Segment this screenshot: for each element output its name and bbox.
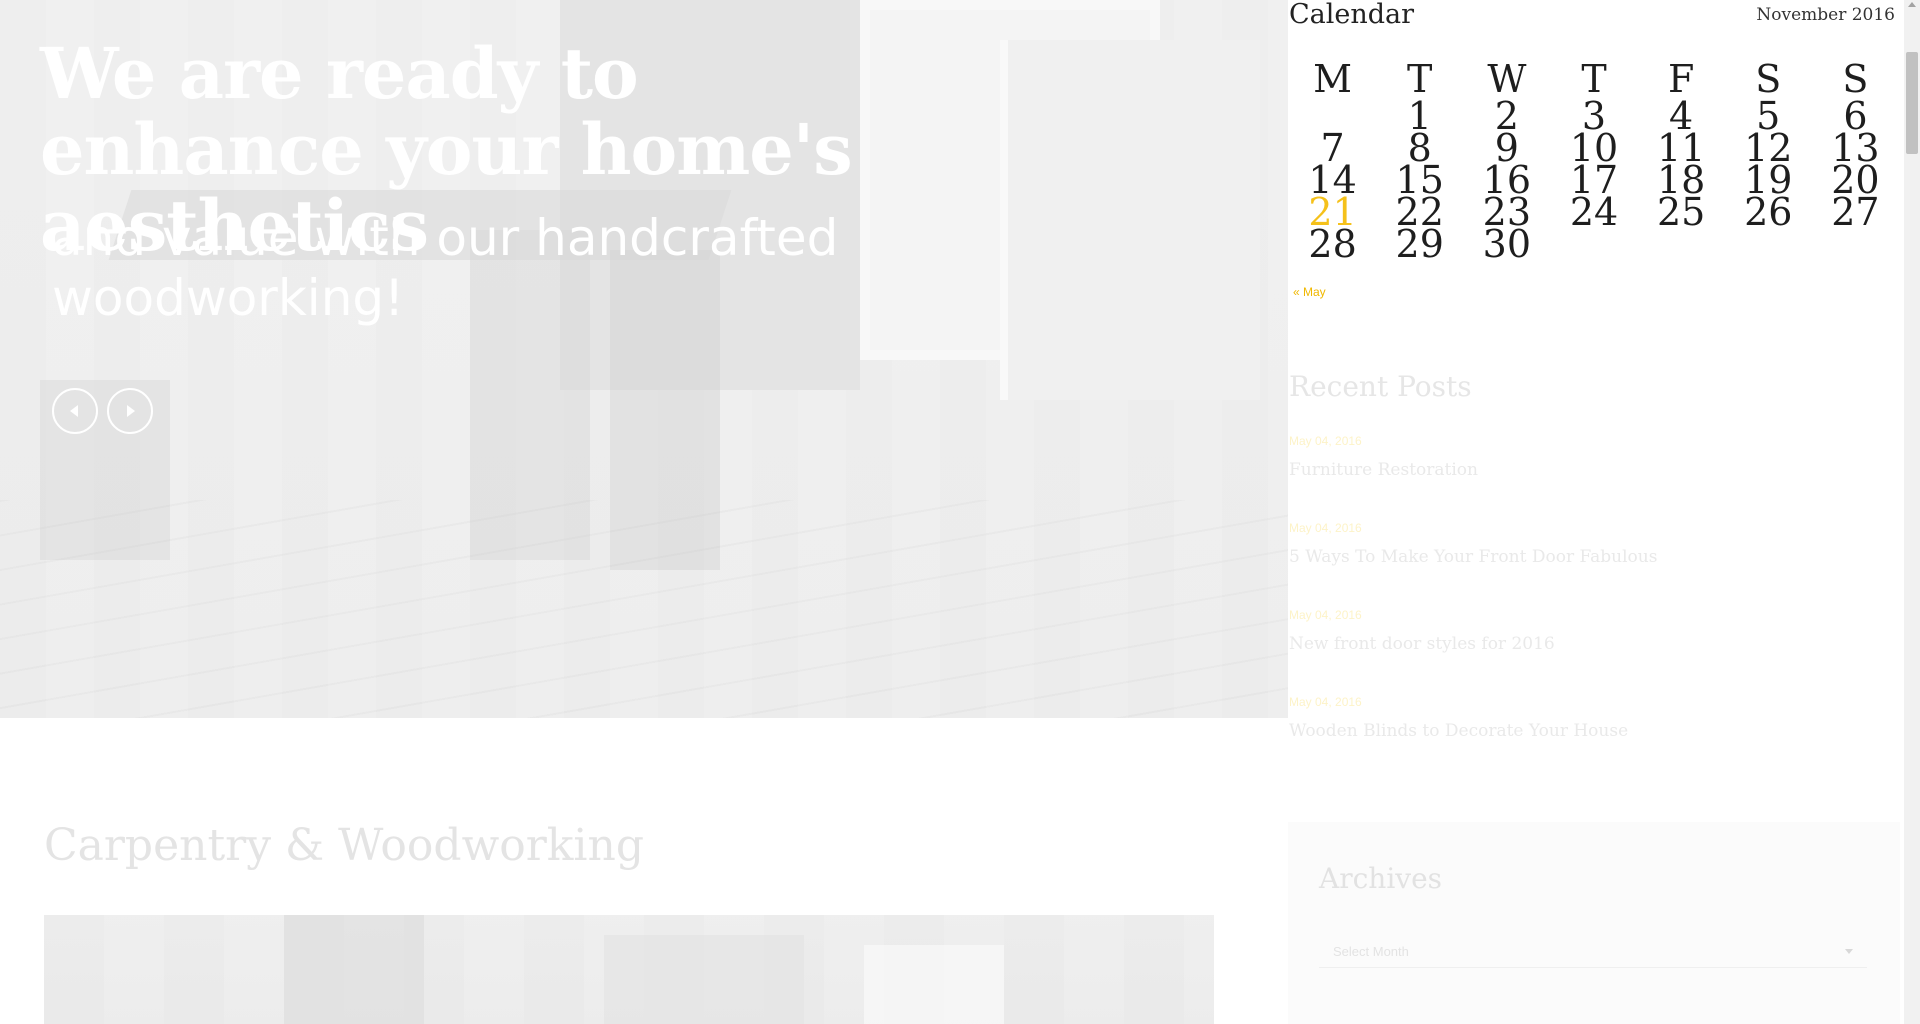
scroll-up-arrow-icon[interactable] [1908,2,1916,7]
slider-prev-button[interactable] [52,388,98,434]
calendar-week-row: 21 22 23 24 25 26 27 [1289,190,1899,234]
section-title: Carpentry & Woodworking [44,820,644,871]
post-date: May 04, 2016 [1289,608,1362,622]
calendar-day: 27 [1831,190,1880,234]
post-link[interactable]: New front door styles for 2016 [1289,634,1555,654]
archives-month-select[interactable]: Select Month [1319,936,1867,968]
chevron-down-icon [1845,949,1853,954]
post-link[interactable]: Furniture Restoration [1289,460,1478,480]
section-image [44,915,1214,1024]
chevron-left-icon [70,405,78,417]
image-detail [284,915,424,1024]
calendar-day: 25 [1656,190,1706,234]
calendar-day: 24 [1569,190,1619,234]
archives-title: Archives [1319,862,1443,895]
hero-background-window [1000,40,1260,400]
calendar-day: 29 [1395,222,1444,266]
calendar-prev-month-link[interactable]: « May [1293,285,1326,299]
calendar-day: 30 [1482,222,1532,266]
weekday-header: M [1313,57,1353,101]
archives-widget [1288,822,1900,1024]
scrollbar-thumb[interactable] [1906,52,1918,154]
hero-slider: We are ready to enhance your home's aest… [0,0,1288,718]
calendar-grid: M T W T F S S 1 2 3 4 5 6 7 8 9 10 11 12 13 14 15 16 17 1… [1289,57,1899,266]
calendar-month: November 2016 [1756,5,1895,25]
post-link[interactable]: 5 Ways To Make Your Front Door Fabulous [1289,547,1657,567]
calendar-title: Calendar [1289,0,1415,30]
chevron-right-icon [127,405,135,417]
recent-posts-title: Recent Posts [1289,370,1472,403]
image-detail [864,945,1004,1024]
image-detail [604,935,804,1024]
post-date: May 04, 2016 [1289,434,1362,448]
post-date: May 04, 2016 [1289,695,1362,709]
post-link[interactable]: Wooden Blinds to Decorate Your House [1289,721,1628,741]
calendar-day: 26 [1744,190,1793,234]
archives-select-label: Select Month [1333,944,1409,959]
post-date: May 04, 2016 [1289,521,1362,535]
calendar-day: 28 [1308,222,1357,266]
slider-next-button[interactable] [107,388,153,434]
hero-subtitle: and value with our handcrafted woodworki… [52,209,839,327]
hero-background-floor [0,500,1288,718]
